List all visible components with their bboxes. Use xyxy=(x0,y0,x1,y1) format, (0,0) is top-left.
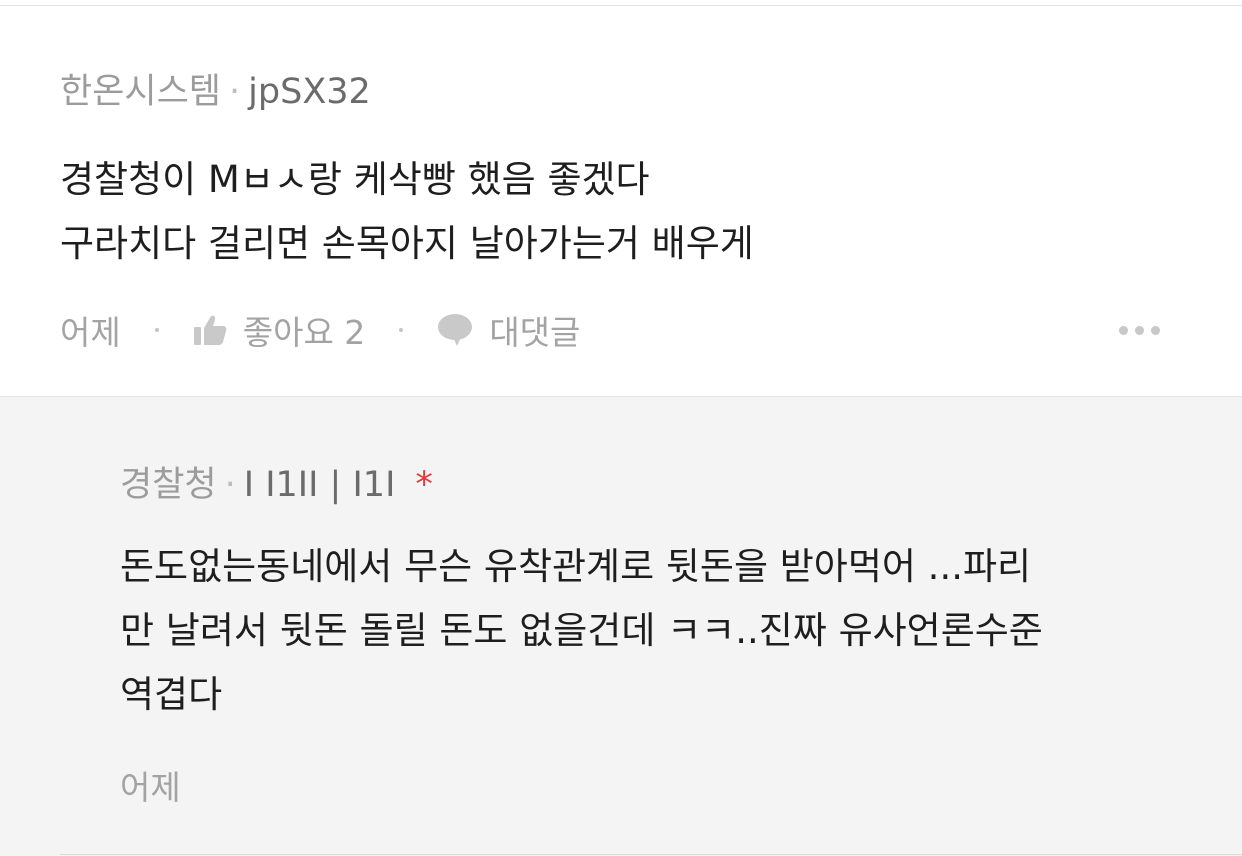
comment-body: 경찰청이 Mㅂㅅ랑 케삭빵 했음 좋겠다 구라치다 걸리면 손목아지 날아가는거… xyxy=(60,148,1160,276)
reply-label: 대댓글 xyxy=(489,313,581,352)
reply-line: 돈도없는동네에서 무슨 유착관계로 뒷돈을 받아먹어 ...파리 xyxy=(120,545,1032,588)
comment-time: 어제 xyxy=(60,313,121,352)
reply-button[interactable]: 대댓글 xyxy=(437,306,580,354)
comment-line: 구라치다 걸리면 손목아지 날아가는거 배우게 xyxy=(60,222,754,265)
author-badge: * xyxy=(415,465,433,505)
comment-thread: 한온시스템 · jpSX32 경찰청이 Mㅂㅅ랑 케삭빵 했음 좋겠다 구라치다 걸… xyxy=(0,0,1242,856)
comment-author-line: 한온시스템 · jpSX32 xyxy=(60,70,371,114)
reply-body: 돈도없는동네에서 무슨 유착관계로 뒷돈을 받아먹어 ...파리 만 날려서 뒷… xyxy=(120,535,1220,727)
speech-bubble-icon xyxy=(438,314,473,346)
reply-line: 역겹다 xyxy=(120,673,223,716)
more-dots-icon[interactable] xyxy=(1119,326,1160,335)
comment-line: 경찰청이 Mㅂㅅ랑 케삭빵 했음 좋겠다 xyxy=(60,158,650,201)
like-button[interactable]: 좋아요 2 xyxy=(193,306,366,354)
author-name[interactable]: 경찰청 xyxy=(120,465,217,505)
like-label: 좋아요 2 xyxy=(242,313,366,352)
comment-item: 한온시스템 · jpSX32 경찰청이 Mㅂㅅ랑 케삭빵 했음 좋겠다 구라치다 걸… xyxy=(0,6,1242,396)
separator-dot: · xyxy=(229,72,241,112)
reply-author-line: 경찰청 · I I1II | I1I * xyxy=(120,463,433,507)
thumbs-up-icon xyxy=(193,315,227,345)
separator-dot: · xyxy=(224,465,236,505)
reply-time: 어제 xyxy=(120,768,181,807)
author-id[interactable]: I I1II | I1I xyxy=(244,465,396,505)
comment-meta: 어제 좋아요 2 대댓글 xyxy=(60,308,580,352)
reply-item: 경찰청 · I I1II | I1I * 돈도없는동네에서 무슨 유착관계로 뒷돈을 … xyxy=(0,396,1242,856)
author-name[interactable]: 한온시스템 xyxy=(60,72,221,112)
meta-separator xyxy=(399,328,404,332)
author-id[interactable]: jpSX32 xyxy=(248,72,371,112)
reply-line: 만 날려서 뒷돈 돌릴 돈도 없을건데 ㅋㅋ..진짜 유사언론수준 xyxy=(120,609,1043,652)
divider xyxy=(60,854,1242,855)
meta-separator xyxy=(154,328,159,332)
